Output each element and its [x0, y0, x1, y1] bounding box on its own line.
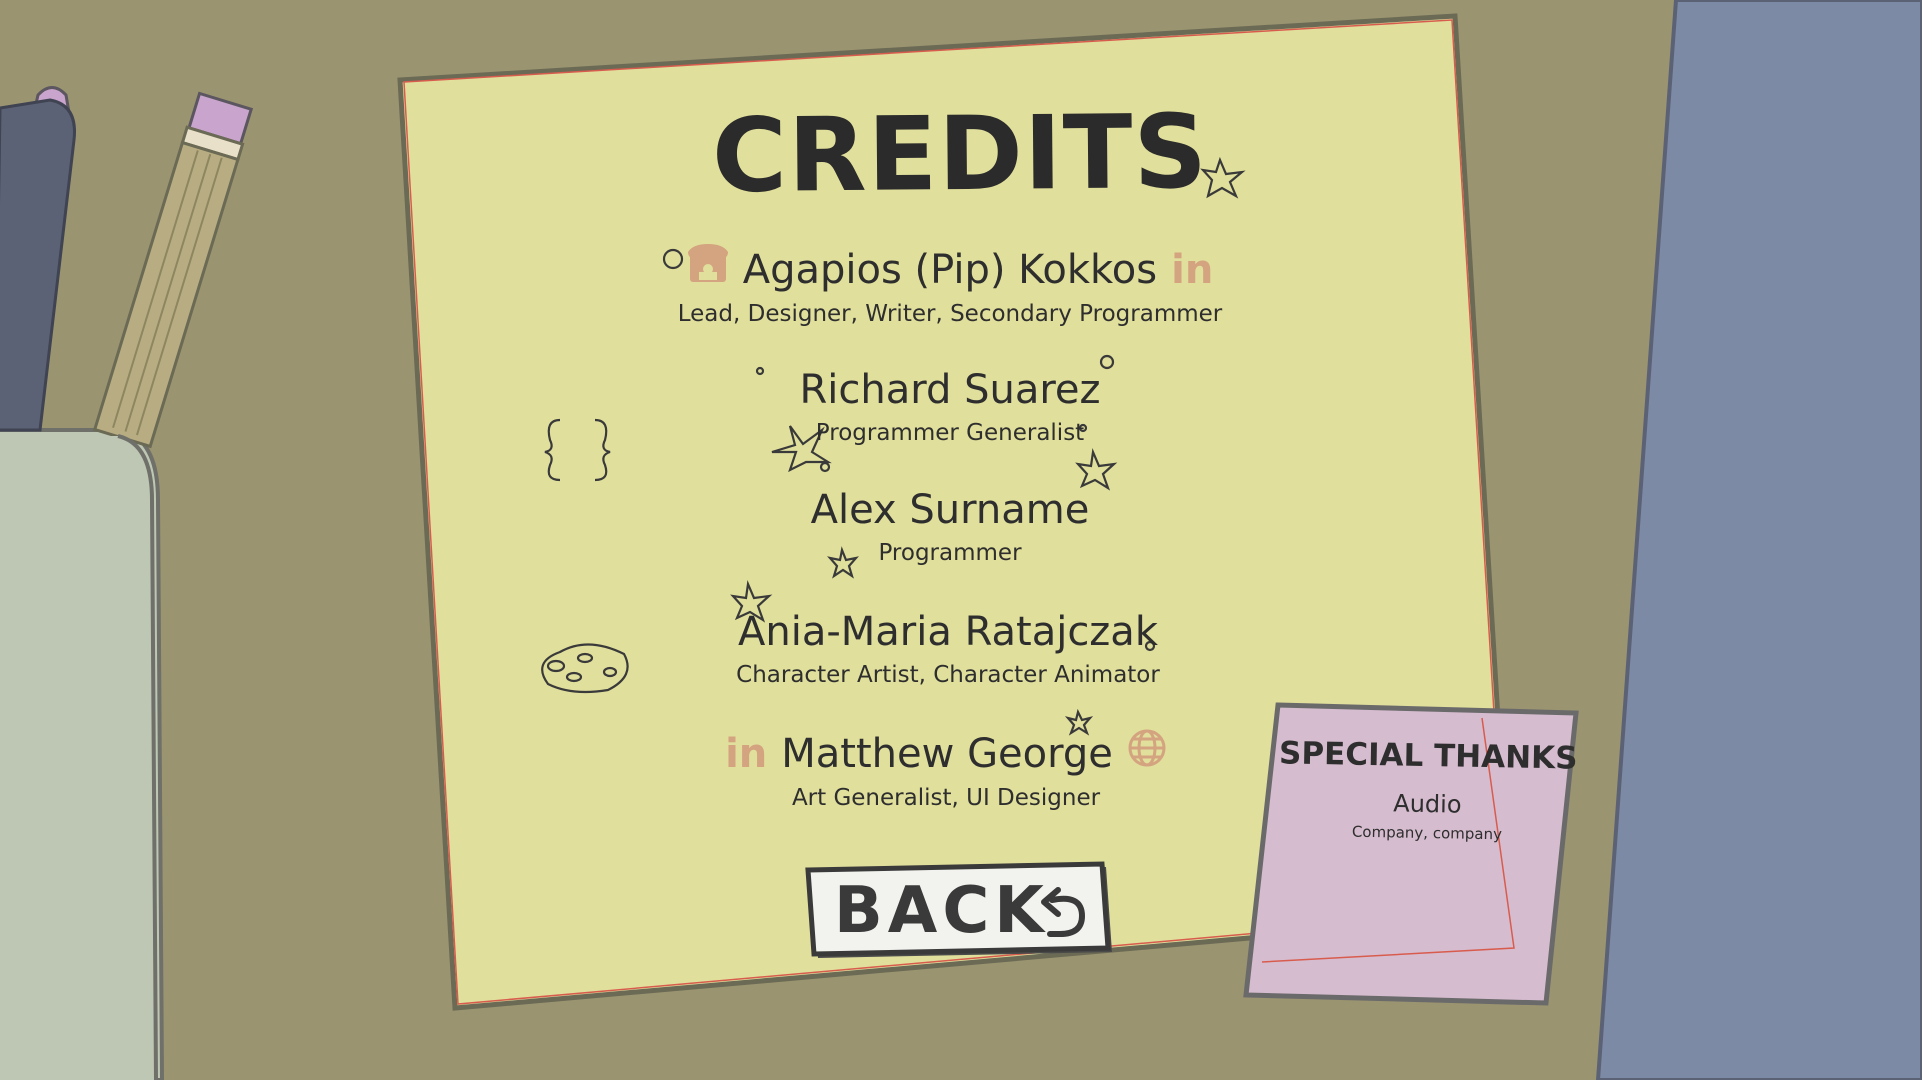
special-thanks-title: SPECIAL THANKS: [1278, 735, 1578, 777]
special-thanks: SPECIAL THANKS Audio Company, company: [1277, 697, 1579, 844]
back-button-label: BACK: [834, 874, 1049, 948]
back-button[interactable]: BACK: [806, 868, 1112, 956]
undo-arrow-icon: [1032, 886, 1092, 946]
special-thanks-category: Audio: [1393, 789, 1462, 819]
